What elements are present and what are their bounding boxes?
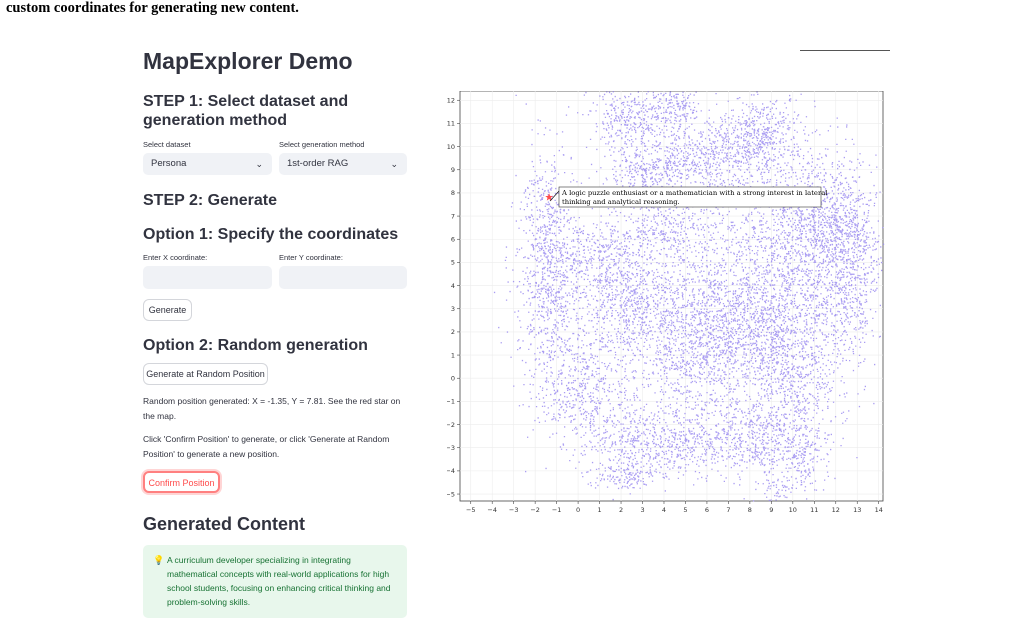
step2-heading: STEP 2: Generate <box>143 192 277 209</box>
x-tick-label: −5 <box>466 506 476 514</box>
dataset-label: Select dataset <box>143 140 191 149</box>
generated-content-heading: Generated Content <box>143 514 306 534</box>
option2-heading: Option 2: Random generation <box>143 337 368 354</box>
x-tick-label: 0 <box>576 506 580 514</box>
y-tick-label: 4 <box>451 282 455 290</box>
x-tick-label: 14 <box>875 506 883 514</box>
confirm-position-button[interactable]: Confirm Position <box>143 471 220 493</box>
x-tick-label: −1 <box>552 506 562 514</box>
page-title: MapExplorer Demo <box>143 48 353 74</box>
x-tick-label: −4 <box>487 506 497 514</box>
figure-caption: custom coordinates for generating new co… <box>6 0 299 16</box>
y-tick-label: 1 <box>451 351 455 359</box>
x-tick-label: 11 <box>810 506 818 514</box>
generated-content-box: 💡 A curriculum developer specializing in… <box>143 545 407 618</box>
x-tick-label: −2 <box>530 506 540 514</box>
dataset-select[interactable]: Persona ⌄ <box>143 153 272 175</box>
random-generate-button[interactable]: Generate at Random Position <box>143 363 268 385</box>
y-tick-label: 12 <box>447 97 455 105</box>
y-coordinate-label: Enter Y coordinate: <box>279 253 343 262</box>
y-tick-label: −1 <box>447 398 455 406</box>
x-tick-label: 2 <box>619 506 623 514</box>
y-tick-label: 8 <box>451 189 455 197</box>
y-tick-label: −2 <box>447 421 455 429</box>
x-tick-label: 13 <box>853 506 861 514</box>
scatter-map[interactable]: −5 −4 −3 −2 −1 0 1 2 3 4 5 6 7 8 9 10 11 12 13 14−5−4−3−2−1… <box>447 91 887 516</box>
generated-content-text: A curriculum developer specializing in i… <box>167 555 391 607</box>
y-tick-label: 3 <box>451 305 455 313</box>
x-coordinate-input[interactable] <box>143 266 272 289</box>
x-tick-label: 10 <box>789 506 797 514</box>
x-tick-label: 6 <box>705 506 709 514</box>
x-tick-label: 7 <box>726 506 730 514</box>
y-tick-label: 11 <box>447 120 455 128</box>
method-select[interactable]: 1st-order RAG ⌄ <box>279 153 407 175</box>
lightbulb-icon: 💡 <box>153 555 165 565</box>
annotation-box: A logic puzzle enthusiast or a mathemati… <box>549 186 827 208</box>
x-tick-label: 12 <box>832 506 840 514</box>
y-tick-label: −3 <box>447 444 455 452</box>
x-tick-label: 4 <box>662 506 666 514</box>
step1-heading: STEP 1: Select dataset and generation me… <box>143 93 349 129</box>
y-tick-label: −5 <box>447 490 455 498</box>
x-tick-label: 9 <box>769 506 773 514</box>
chevron-down-icon: ⌄ <box>255 159 263 169</box>
x-coordinate-label: Enter X coordinate: <box>143 253 208 262</box>
x-tick-label: 5 <box>683 506 687 514</box>
y-tick-label: −4 <box>447 467 455 475</box>
confirm-instructions: Click 'Confirm Position' to generate, or… <box>143 434 390 459</box>
annotation-line2: thinking and analytical reasoning. <box>562 198 680 206</box>
x-tick-label: 1 <box>597 506 601 514</box>
y-tick-label: 2 <box>451 328 455 336</box>
x-tick-label: −3 <box>509 506 519 514</box>
x-tick-label: 8 <box>748 506 752 514</box>
annotation-line1: A logic puzzle enthusiast or a mathemati… <box>561 189 827 197</box>
x-tick-label: 3 <box>640 506 644 514</box>
y-tick-label: 0 <box>451 375 455 383</box>
y-tick-label: 5 <box>451 259 455 267</box>
method-select-value: 1st-order RAG <box>287 158 349 169</box>
option1-heading: Option 1: Specify the coordinates <box>143 226 399 243</box>
y-tick-label: 6 <box>451 236 455 244</box>
y-tick-label: 10 <box>447 143 455 151</box>
y-tick-label: 7 <box>451 212 455 220</box>
divider <box>800 50 890 51</box>
random-position-message: Random position generated: X = -1.35, Y … <box>143 396 401 421</box>
y-tick-label: 9 <box>451 166 455 174</box>
y-coordinate-input[interactable] <box>279 266 407 289</box>
chevron-down-icon: ⌄ <box>390 159 398 169</box>
generate-button[interactable]: Generate <box>143 299 192 321</box>
method-label: Select generation method <box>279 140 365 149</box>
dataset-select-value: Persona <box>151 158 187 169</box>
